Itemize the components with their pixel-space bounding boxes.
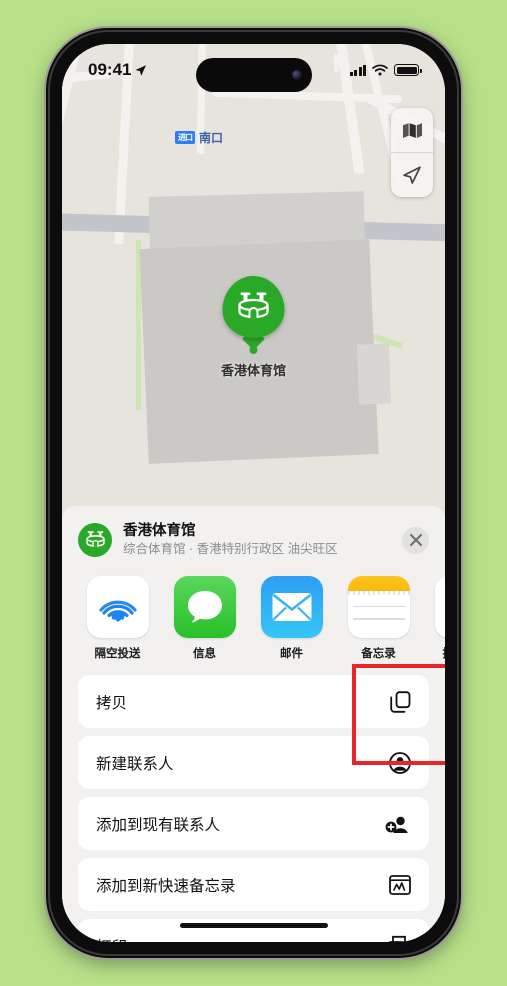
share-app-label: 提醒事项	[432, 645, 446, 661]
status-bar-time-group: 09:41	[88, 60, 147, 80]
share-sheet: 香港体育馆 综合体育馆 · 香港特别行政区 油尖旺区 隔空投送 信息 邮件 备忘…	[62, 506, 445, 942]
map-pin-anchor-dot	[249, 346, 258, 354]
close-button[interactable]	[402, 526, 429, 554]
close-icon	[409, 533, 422, 547]
share-app-label: 备忘录	[361, 648, 396, 660]
avatar	[78, 523, 112, 557]
cellular-bars-icon	[349, 64, 366, 76]
map-pin-group[interactable]: 香港体育馆	[221, 276, 286, 379]
person-circle-icon	[389, 751, 411, 774]
front-camera-icon	[291, 70, 302, 80]
action-label: 打印	[96, 935, 127, 943]
status-bar-indicators	[349, 64, 422, 76]
printer-icon	[387, 935, 411, 942]
screenshot-root: 进口 南口 香港体育馆 09:41 香港体育馆 综合体育馆 · 香港特别行政区 …	[0, 0, 507, 986]
quick-note-icon	[389, 874, 411, 895]
share-sheet-titles: 香港体育馆 综合体育馆 · 香港特别行政区 油尖旺区	[123, 522, 391, 558]
action-label: 新建联系人	[96, 755, 174, 773]
map-view[interactable]: 进口 南口 香港体育馆	[62, 44, 445, 514]
status-bar-clock: 09:41	[88, 60, 132, 79]
share-app-label: 信息	[193, 648, 216, 660]
location-arrow-icon	[403, 166, 421, 184]
current-location-button[interactable]	[391, 152, 433, 197]
map-controls[interactable]	[391, 108, 433, 197]
home-indicator	[179, 923, 328, 928]
share-app-shortcuts[interactable]: 提醒事项	[432, 576, 445, 661]
map-label-badge: 进口	[175, 131, 195, 144]
action-label: 添加到新快速备忘录	[96, 877, 236, 895]
share-app-mail[interactable]: 邮件	[258, 576, 325, 661]
map-label-text: 南口	[199, 131, 224, 145]
action-label: 添加到现有联系人	[96, 816, 221, 834]
person-add-icon	[385, 813, 411, 835]
phone-screen: 进口 南口 香港体育馆 09:41 香港体育馆 综合体育馆 · 香港特别行政区 …	[62, 44, 445, 942]
copy-icon	[390, 690, 411, 713]
map-label-south-entrance: 进口 南口	[175, 129, 223, 146]
shortcuts-icon	[434, 576, 445, 638]
share-app-notes[interactable]: 备忘录	[345, 576, 412, 661]
action-row-copy[interactable]: 拷贝	[78, 675, 429, 728]
location-arrow-icon	[135, 64, 147, 76]
share-sheet-header: 香港体育馆 综合体育馆 · 香港特别行政区 油尖旺区	[62, 506, 445, 570]
map-pin-label: 香港体育馆	[220, 363, 287, 378]
map-type-button[interactable]	[391, 108, 433, 152]
folded-map-icon	[402, 122, 422, 138]
share-action-list[interactable]: 拷贝 新建联系人 添加到现有联系人 添加到新快速备忘录	[62, 667, 445, 942]
share-app-messages[interactable]: 信息	[171, 576, 238, 661]
page-title: 香港体育馆	[123, 523, 196, 539]
map-pin[interactable]	[222, 276, 285, 354]
share-app-label: 隔空投送	[94, 648, 141, 660]
battery-icon	[394, 64, 422, 76]
action-row-new-quick-note[interactable]: 添加到新快速备忘录	[78, 858, 429, 911]
messages-icon	[173, 576, 236, 638]
notes-icon	[347, 576, 410, 638]
share-app-label: 邮件	[280, 648, 303, 660]
mail-icon	[260, 576, 323, 638]
share-app-airdrop[interactable]: 隔空投送	[84, 576, 151, 661]
share-app-row[interactable]: 隔空投送 信息 邮件 备忘录	[62, 570, 445, 667]
wifi-icon	[372, 64, 388, 76]
stadium-icon	[85, 531, 105, 547]
action-label: 拷贝	[96, 694, 128, 712]
action-row-add-existing-contact[interactable]: 添加到现有联系人	[78, 797, 429, 850]
page-subtitle: 综合体育馆 · 香港特别行政区 油尖旺区	[123, 542, 338, 557]
airdrop-icon	[86, 576, 149, 638]
stadium-icon	[238, 292, 269, 319]
action-row-new-contact[interactable]: 新建联系人	[78, 736, 429, 789]
dynamic-island	[195, 58, 312, 92]
